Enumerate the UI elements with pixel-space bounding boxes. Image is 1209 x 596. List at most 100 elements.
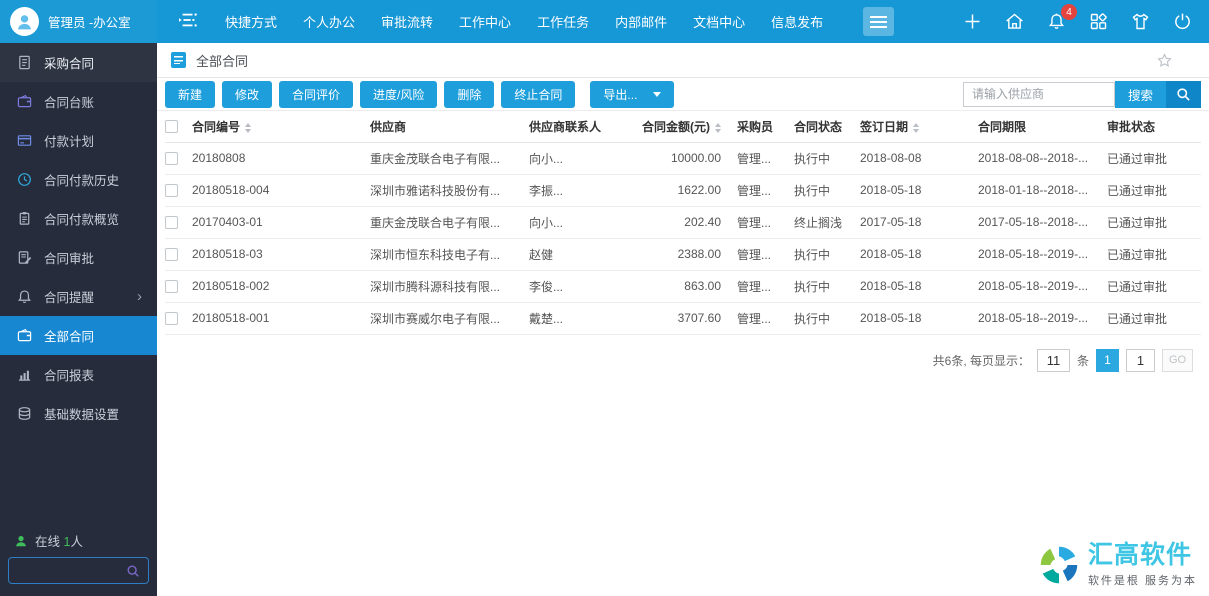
cell-supplier: 深圳市恒东科技电子有... [370, 238, 529, 271]
row-checkbox[interactable] [165, 152, 178, 166]
sidebar-item[interactable]: 全部合同 [0, 316, 157, 355]
main-content: 全部合同 新建修改合同评价进度/风险删除终止合同 导出... 搜索 合同编号供应… [157, 43, 1209, 596]
nav-list-icon[interactable] [177, 11, 199, 32]
page-title: 全部合同 [196, 53, 249, 69]
column-header: 采购员 [737, 111, 794, 143]
export-button[interactable]: 导出... [590, 80, 675, 108]
sidebar-item[interactable]: 付款计划 [0, 121, 157, 160]
add-icon[interactable] [962, 11, 983, 32]
sort-arrows-icon[interactable] [245, 122, 252, 133]
sidebar-item[interactable]: 基础数据设置 [0, 394, 157, 433]
notification-badge: 4 [1061, 4, 1077, 20]
cell-status: 执行中 [794, 142, 860, 175]
online-user-icon [16, 535, 26, 546]
sort-arrows-icon[interactable] [715, 122, 721, 133]
column-header[interactable]: 合同编号 [192, 111, 370, 143]
row-checkbox[interactable] [165, 280, 178, 294]
sidebar-search-input[interactable] [9, 563, 126, 578]
cell-contact: 向小... [529, 142, 629, 175]
cell-buyer: 管理... [737, 302, 794, 335]
page-size-input[interactable] [1036, 348, 1070, 372]
hamburger-menu-button[interactable] [863, 7, 895, 36]
sidebar: 采购合同 合同台账 付款计划 合同付款历史 合同付款概览 合同审批 合同提醒 ›… [0, 43, 157, 596]
cell-approval: 已通过审批 [1107, 206, 1201, 239]
sidebar-item[interactable]: 合同台账 [0, 82, 157, 121]
home-icon[interactable] [1004, 11, 1025, 32]
toolbar-button[interactable]: 修改 [222, 80, 273, 108]
toolbar-button[interactable]: 终止合同 [501, 80, 576, 108]
supplier-search: 搜索 [962, 80, 1201, 108]
user-profile[interactable]: 管理员 -办公室 [0, 0, 157, 43]
nav-item[interactable]: 内部邮件 [615, 12, 667, 31]
toolbar-button[interactable]: 进度/风险 [360, 80, 438, 108]
nav-item[interactable]: 审批流转 [381, 12, 433, 31]
row-checkbox[interactable] [165, 216, 178, 230]
goto-page-input[interactable] [1126, 348, 1155, 372]
cell-contact: 赵健 [529, 238, 629, 271]
advanced-search-button[interactable] [1166, 80, 1201, 108]
nav-item[interactable]: 工作中心 [459, 12, 511, 31]
cell-amount: 10000.00 [629, 142, 737, 175]
column-header: 审批状态 [1107, 111, 1201, 143]
cell-sign_date: 2018-08-08 [860, 142, 978, 175]
sort-arrows-icon[interactable] [913, 122, 920, 133]
search-icon[interactable] [126, 564, 148, 578]
power-logout-icon[interactable] [1172, 11, 1193, 32]
cell-status: 执行中 [794, 238, 860, 271]
select-all-checkbox[interactable] [165, 120, 178, 134]
cell-contact: 向小... [529, 206, 629, 239]
apps-grid-icon[interactable] [1088, 11, 1109, 32]
cell-period: 2018-01-18--2018-... [978, 174, 1107, 207]
column-header[interactable]: 合同金额(元) [629, 111, 737, 143]
go-button[interactable]: GO [1162, 348, 1193, 372]
main-nav: 快捷方式 个人办公 审批流转 工作中心 工作任务 内部邮件 文档中心 信息发布 [177, 7, 895, 36]
nav-item[interactable]: 工作任务 [537, 12, 589, 31]
nav-item[interactable]: 信息发布 [771, 12, 823, 31]
nav-item[interactable]: 个人办公 [303, 12, 355, 31]
chevron-right-icon [137, 288, 147, 305]
vendor-tagline: 软件是根 服务为本 [1087, 574, 1197, 587]
sidebar-item[interactable]: 合同付款概览 [0, 199, 157, 238]
current-page-button[interactable]: 1 [1096, 348, 1119, 372]
user-avatar-icon [10, 7, 39, 36]
cell-buyer: 管理... [737, 206, 794, 239]
toolbar-button[interactable]: 删除 [444, 80, 495, 108]
nav-item[interactable]: 快捷方式 [225, 12, 277, 31]
table-row[interactable]: 20180518-002 深圳市腾科源科技有限... 李俊... 863.00 管理..… [165, 270, 1201, 303]
toolbar-button[interactable]: 合同评价 [279, 80, 354, 108]
table-row[interactable]: 20180518-001 深圳市赛威尔电子有限... 戴楚... 3707.60 管理.… [165, 302, 1201, 335]
cell-supplier: 深圳市赛威尔电子有限... [370, 302, 529, 335]
table-row[interactable]: 20180518-03 深圳市恒东科技电子有... 赵健 2388.00 管理... 执行… [165, 238, 1201, 271]
table-row[interactable]: 20170403-01 重庆金茂联合电子有限... 向小... 202.40 管理...… [165, 206, 1201, 239]
table-row[interactable]: 20180808 重庆金茂联合电子有限... 向小... 10000.00 管理... 执… [165, 142, 1201, 175]
row-checkbox[interactable] [165, 248, 178, 262]
search-icon [1177, 87, 1190, 101]
sidebar-item[interactable]: 合同付款历史 [0, 160, 157, 199]
notifications-bell-icon[interactable]: 4 [1046, 4, 1077, 32]
search-button[interactable]: 搜索 [1114, 80, 1166, 108]
sidebar-item[interactable]: 合同审批 [0, 238, 157, 277]
cell-buyer: 管理... [737, 270, 794, 303]
supplier-search-input[interactable] [962, 81, 1115, 107]
theme-shirt-icon[interactable] [1130, 11, 1151, 32]
sidebar-item[interactable]: 采购合同 [0, 43, 157, 82]
table-row[interactable]: 20180518-004 深圳市雅诺科技股份有... 李振... 1622.00 管理.… [165, 174, 1201, 207]
page-header: 全部合同 [157, 43, 1209, 78]
nav-item[interactable]: 文档中心 [693, 12, 745, 31]
row-checkbox[interactable] [165, 312, 178, 326]
cell-status: 执行中 [794, 174, 860, 207]
toolbar: 新建修改合同评价进度/风险删除终止合同 导出... 搜索 [157, 78, 1209, 111]
clock-icon [17, 172, 32, 187]
cell-buyer: 管理... [737, 174, 794, 207]
vendor-logo: 汇高软件 软件是根 服务为本 [1036, 542, 1197, 588]
toolbar-button[interactable]: 新建 [165, 80, 216, 108]
favorite-star-icon[interactable] [1156, 52, 1173, 69]
column-header[interactable]: 签订日期 [860, 111, 978, 143]
sidebar-item[interactable]: 合同提醒 [0, 277, 157, 316]
user-name: 管理员 -办公室 [48, 16, 131, 30]
online-status: 在线 1人 [14, 531, 83, 550]
row-checkbox[interactable] [165, 184, 178, 198]
sidebar-item-label: 合同付款历史 [44, 174, 120, 188]
cell-approval: 已通过审批 [1107, 174, 1201, 207]
sidebar-item[interactable]: 合同报表 [0, 355, 157, 394]
